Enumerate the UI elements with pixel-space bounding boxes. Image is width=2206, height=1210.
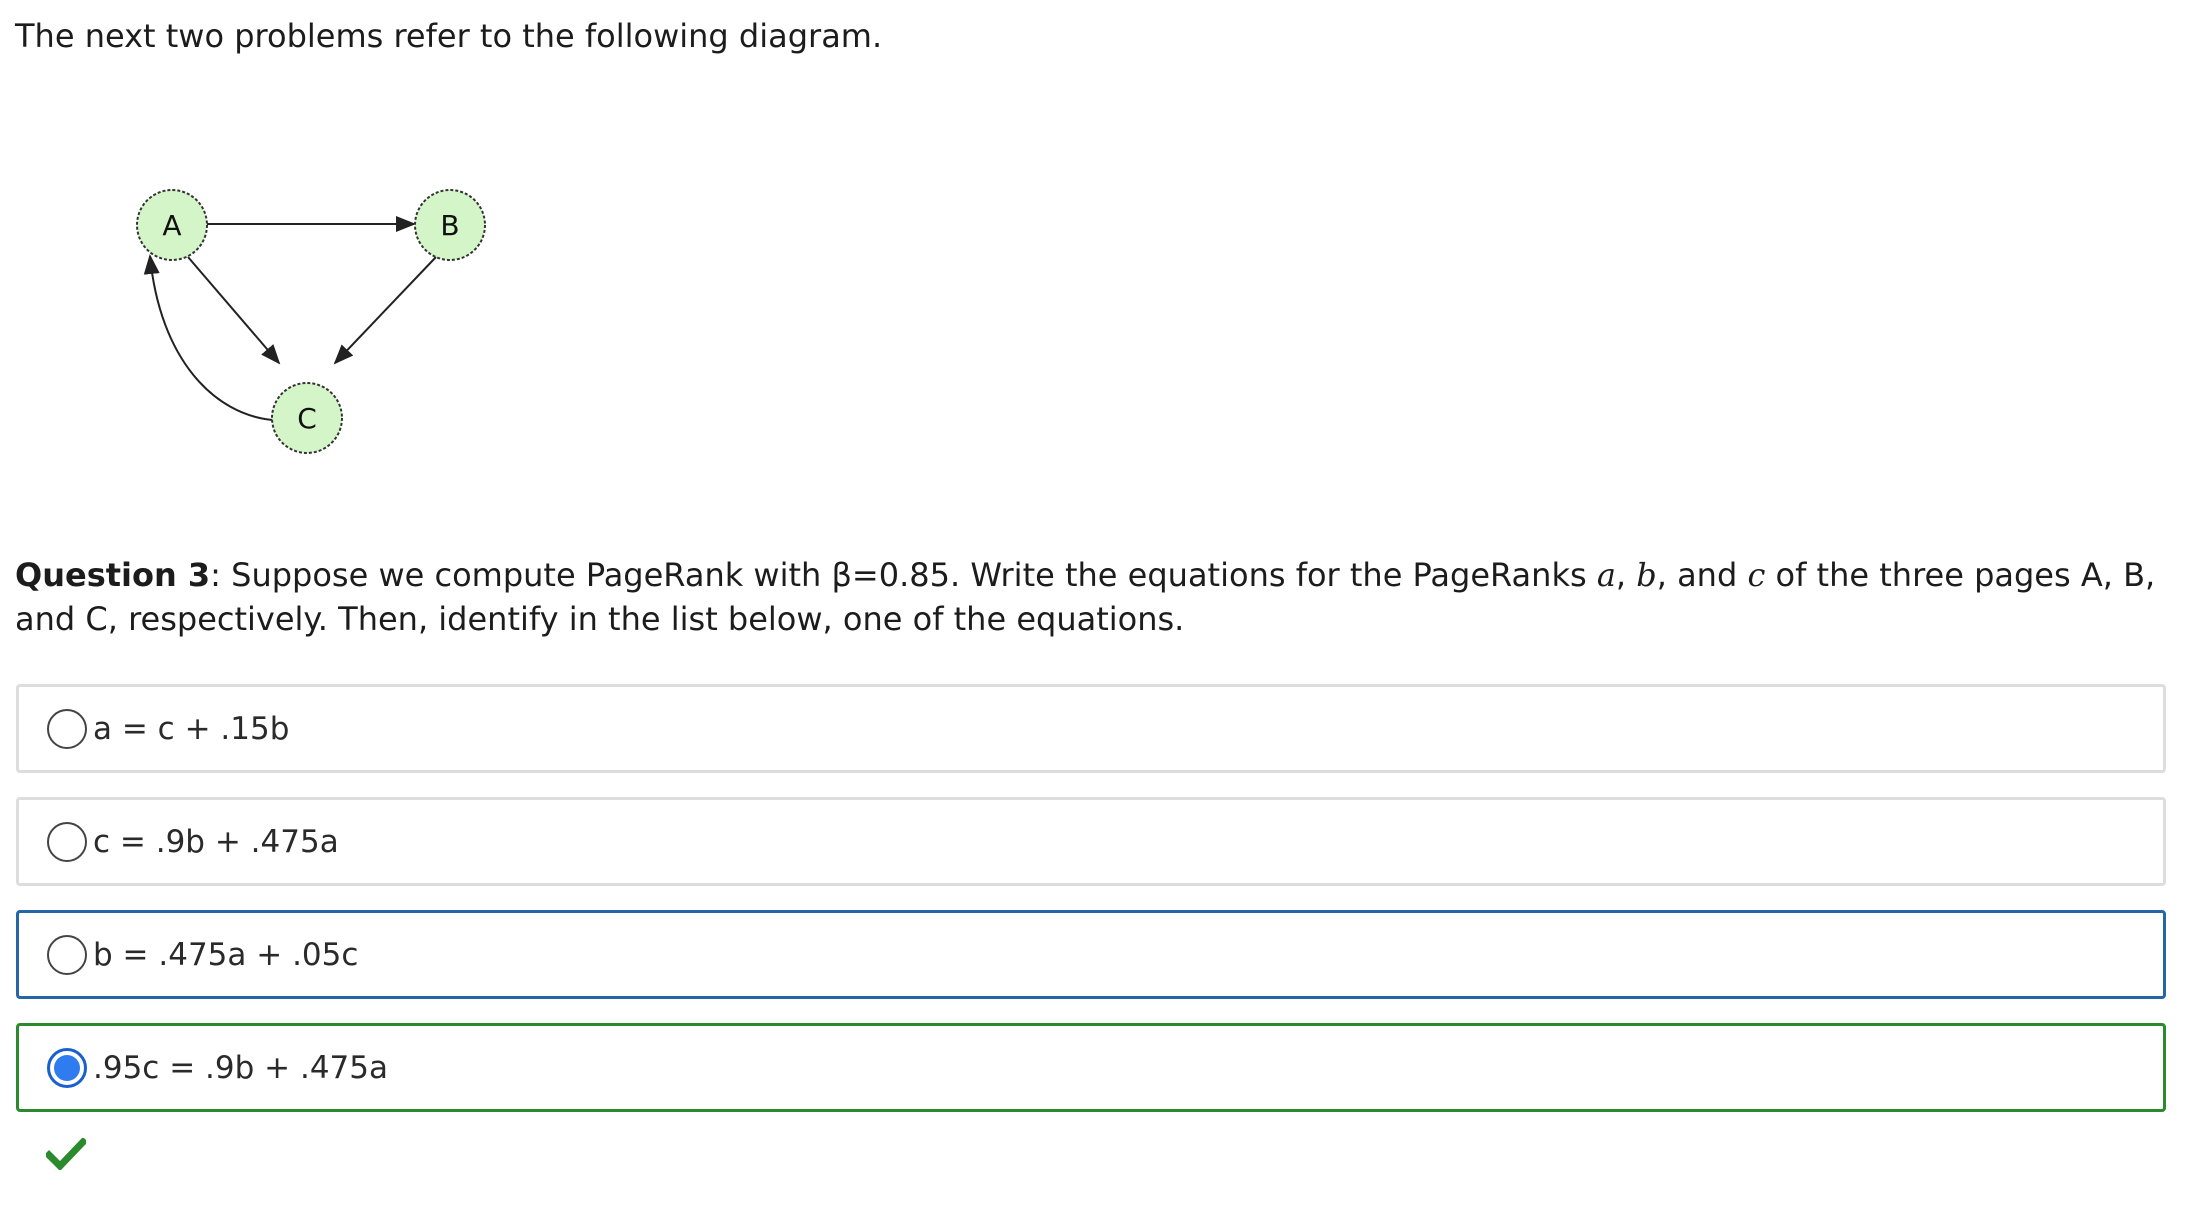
edge-b-to-c (333, 256, 437, 365)
answer-option-label: c = .9b + .475a (93, 823, 339, 860)
edge-c-to-a (143, 254, 274, 421)
node-c: C (271, 382, 343, 454)
question-prompt: Question 3: Suppose we compute PageRank … (15, 553, 2165, 641)
edge-a-to-c (187, 256, 281, 365)
pagerank-graph-diagram: A B C (136, 189, 486, 454)
variable-a: a (1596, 556, 1616, 594)
radio-button-selected[interactable] (47, 1047, 87, 1088)
intro-text: The next two problems refer to the follo… (15, 17, 883, 55)
answer-option-label: a = c + .15b (93, 710, 290, 747)
answer-option-1[interactable]: a = c + .15b (16, 684, 2166, 773)
radio-button[interactable] (47, 708, 87, 749)
answer-option-label: b = .475a + .05c (93, 936, 359, 973)
node-a-label: A (162, 209, 181, 242)
separator-1: , (1615, 556, 1637, 594)
checkmark-icon (46, 1138, 86, 1170)
answer-option-2[interactable]: c = .9b + .475a (16, 797, 2166, 886)
radio-button[interactable] (47, 821, 87, 862)
radio-button[interactable] (47, 934, 87, 975)
node-b: B (414, 189, 486, 261)
variable-c: c (1747, 556, 1766, 594)
node-b-label: B (440, 209, 459, 242)
variable-b: b (1636, 556, 1657, 594)
answer-option-4-selected[interactable]: .95c = .9b + .475a (16, 1023, 2166, 1112)
question-text-part-1: : Suppose we compute PageRank with β=0.8… (210, 556, 1597, 594)
question-title: Question 3 (15, 556, 211, 594)
answer-option-label: .95c = .9b + .475a (93, 1049, 388, 1086)
node-c-label: C (297, 402, 317, 435)
separator-2: , and (1656, 556, 1748, 594)
node-a: A (136, 189, 208, 261)
answer-option-3[interactable]: b = .475a + .05c (16, 910, 2166, 999)
